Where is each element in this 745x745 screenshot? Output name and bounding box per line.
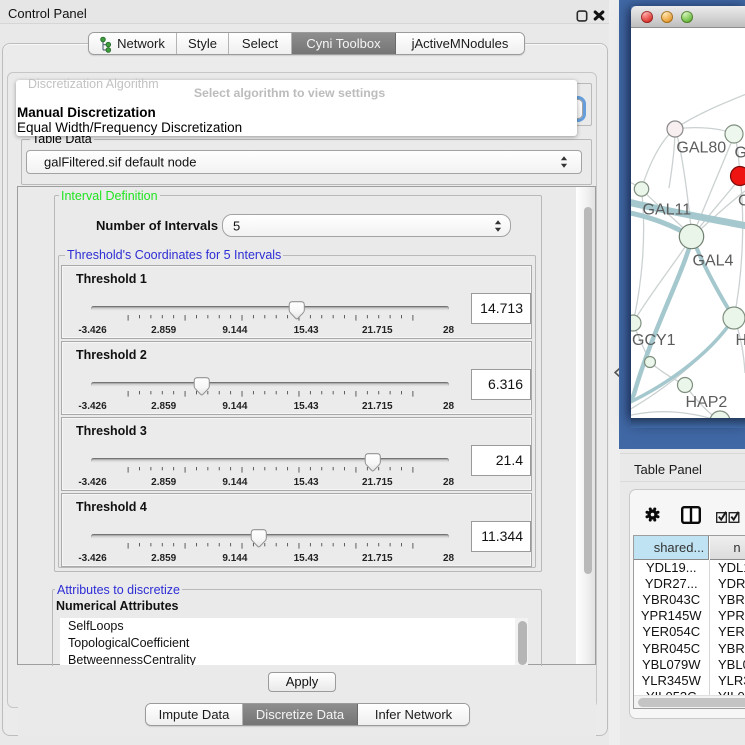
svg-text:GAL4: GAL4 bbox=[693, 253, 734, 270]
svg-text:HA: HA bbox=[736, 332, 745, 349]
svg-text:GA: GA bbox=[735, 145, 745, 162]
svg-text:GAL11: GAL11 bbox=[643, 202, 692, 219]
svg-text:HAP2: HAP2 bbox=[686, 394, 728, 411]
svg-text:GAL80: GAL80 bbox=[676, 140, 726, 157]
svg-text:C: C bbox=[738, 193, 745, 210]
svg-text:GCY1: GCY1 bbox=[632, 332, 676, 349]
